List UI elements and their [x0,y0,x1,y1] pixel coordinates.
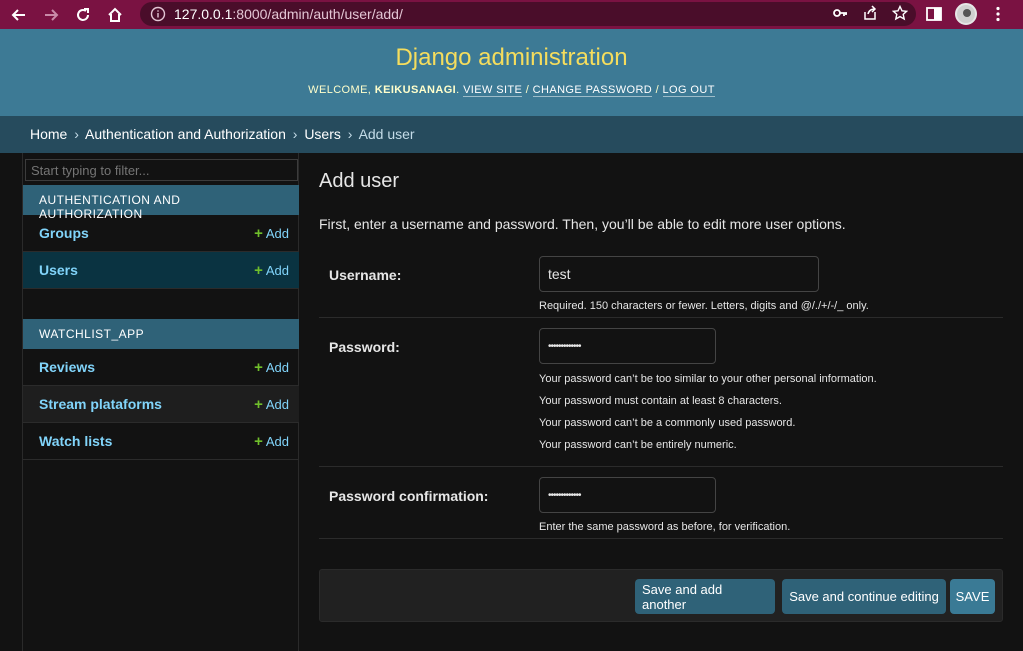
sidebar-item-label[interactable]: Groups [39,225,254,241]
key-icon[interactable] [832,5,848,21]
home-button[interactable] [102,4,128,26]
url-host: 127.0.0.1 [174,6,233,22]
password-confirmation-row: Password confirmation: ••••••••••••• Ent… [319,467,1003,539]
password-confirmation-label: Password confirmation: [329,488,489,504]
module-caption-watchlist[interactable]: WATCHLIST_APP [23,319,299,349]
password-label: Password: [329,339,400,355]
username-input[interactable]: test [539,256,819,292]
forward-button[interactable] [38,4,64,26]
sidebar-filter-input[interactable] [25,159,298,181]
save-and-add-another-button[interactable]: Save and add another [635,579,775,614]
address-bar[interactable]: 127.0.0.1:8000/admin/auth/user/add/ [140,2,916,26]
reload-icon [77,7,89,21]
back-button[interactable] [6,4,32,26]
sidebar-item-users[interactable]: Users + Add [23,252,299,289]
sidebar-item-reviews[interactable]: Reviews + Add [23,349,299,386]
log-out-link[interactable]: LOG OUT [662,84,715,97]
username-row: Username: test Required. 150 characters … [319,247,1003,318]
username-label: Username: [329,267,402,283]
add-label: Add [265,225,289,241]
star-icon[interactable] [892,5,908,21]
plus-icon: + [254,432,263,450]
save-button[interactable]: SAVE [950,579,995,614]
module-caption-auth[interactable]: AUTHENTICATION AND AUTHORIZATION [23,185,299,221]
sidebar-item-label[interactable]: Stream plataforms [39,396,254,412]
password-help-item: Your password can’t be too similar to yo… [539,373,877,385]
nav-sidebar: AUTHENTICATION AND AUTHORIZATION Groups … [22,153,299,651]
breadcrumb-home[interactable]: Home [30,126,67,142]
save-and-continue-editing-button[interactable]: Save and continue editing [782,579,946,614]
arrow-right-icon [45,8,59,21]
sidebar-item-label[interactable]: Reviews [39,359,254,375]
plus-icon: + [254,358,263,376]
share-icon[interactable] [862,5,878,21]
breadcrumb-separator: › [292,126,298,142]
password-help-item: Your password can’t be entirely numeric. [539,439,737,451]
profile-avatar[interactable] [955,3,977,25]
page-title: Add user [319,170,400,192]
view-site-link[interactable]: VIEW SITE [463,84,523,97]
reload-button[interactable] [70,4,96,26]
add-label: Add [265,262,289,278]
sidebar-item-label[interactable]: Users [39,262,254,278]
browser-toolbar: 127.0.0.1:8000/admin/auth/user/add/ [0,0,1023,29]
separator: / [652,84,663,96]
add-link[interactable]: + Add [254,263,289,278]
password-confirmation-input[interactable]: ••••••••••••• [539,477,716,513]
url-path: :8000/admin/auth/user/add/ [232,6,403,22]
breadcrumb-app[interactable]: Authentication and Authorization [85,126,286,142]
plus-icon: + [254,395,263,413]
sidebar-item-label[interactable]: Watch lists [39,433,254,449]
sidebar-item-groups[interactable]: Groups + Add [23,215,299,252]
password-confirmation-help: Enter the same password as before, for v… [539,521,791,533]
intro-text: First, enter a username and password. Th… [319,216,846,232]
side-panel-icon[interactable] [925,5,943,23]
add-label: Add [265,396,289,412]
kebab-menu-icon[interactable] [989,5,1007,23]
breadcrumb-separator: › [74,126,79,142]
password-row: Password: ••••••••••••• Your password ca… [319,318,1003,467]
welcome-text: WELCOME, [308,84,372,96]
password-input[interactable]: ••••••••••••• [539,328,716,364]
info-icon[interactable] [150,6,166,22]
site-title[interactable]: Django administration [0,44,1023,72]
breadcrumb-separator: › [347,126,353,142]
plus-icon: + [254,224,263,242]
username-text: KEIKUSANAGI [374,84,457,96]
password-help-item: Your password can’t be a commonly used p… [539,417,796,429]
username-help: Required. 150 characters or fewer. Lette… [539,300,869,312]
admin-header: Django administration WELCOME, KEIKUSANA… [0,29,1023,116]
breadcrumb: Home › Authentication and Authorization … [0,116,1023,153]
password-help-item: Your password must contain at least 8 ch… [539,395,782,407]
add-label: Add [265,433,289,449]
breadcrumb-model[interactable]: Users [304,126,341,142]
sidebar-item-stream-plataforms[interactable]: Stream plataforms + Add [23,386,299,423]
plus-icon: + [254,261,263,279]
submit-row: Save and add another Save and continue e… [319,569,1003,622]
add-link[interactable]: + Add [254,397,289,412]
user-tools: WELCOME, KEIKUSANAGI. VIEW SITE / CHANGE… [0,84,1023,97]
add-link[interactable]: + Add [254,226,289,241]
change-password-link[interactable]: CHANGE PASSWORD [532,84,653,97]
separator: / [522,84,533,96]
add-label: Add [265,359,289,375]
arrow-left-icon [11,8,25,21]
breadcrumb-current: Add user [358,126,415,142]
home-icon [108,7,122,22]
add-link[interactable]: + Add [254,434,289,449]
sidebar-item-watch-lists[interactable]: Watch lists + Add [23,423,299,460]
add-link[interactable]: + Add [254,360,289,375]
